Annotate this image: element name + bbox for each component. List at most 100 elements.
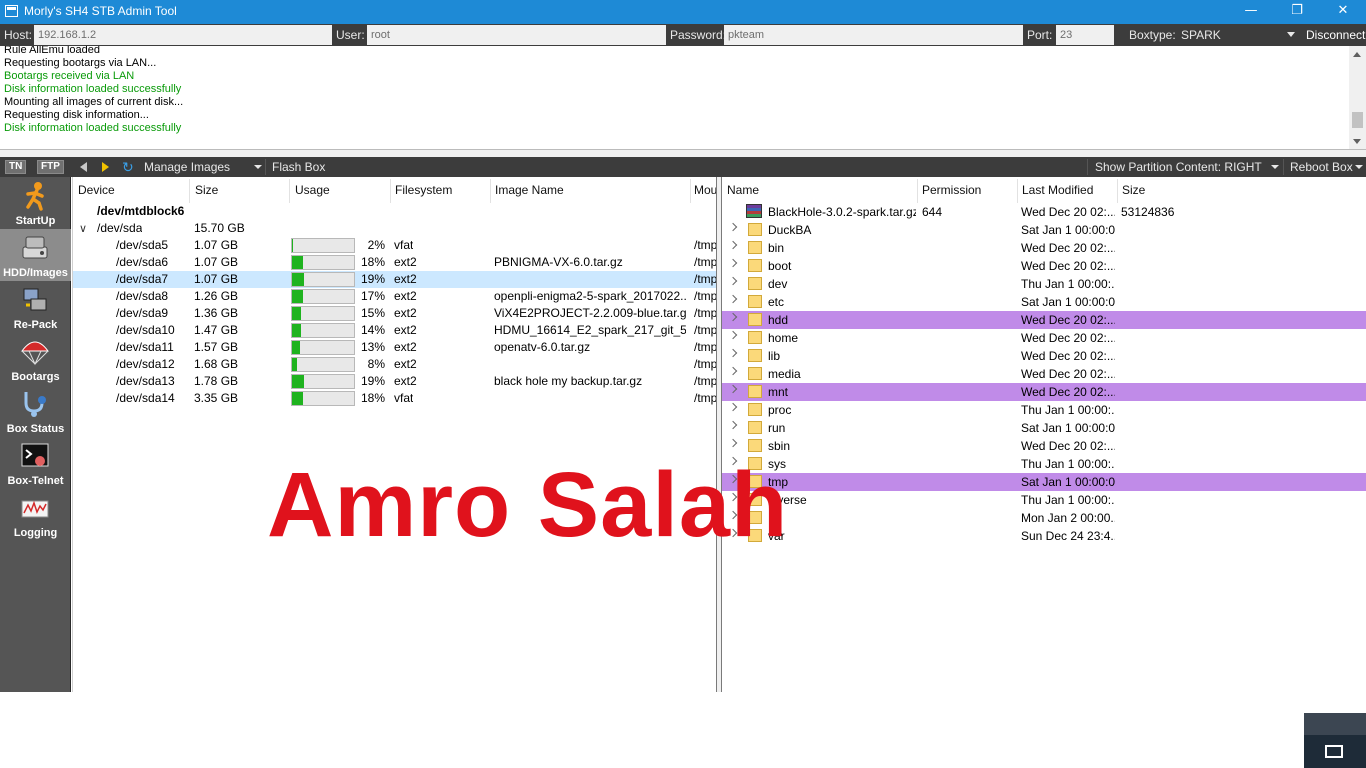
user-input[interactable] [367,25,666,45]
list-item[interactable]: mnt Wed Dec 20 02:... [722,383,1366,401]
show-partition-select[interactable]: Show Partition Content: RIGHT [1095,160,1262,174]
close-icon[interactable]: ✕ [1320,0,1366,24]
chevron-right-icon[interactable] [728,402,738,412]
column-header[interactable]: Permission [922,183,981,197]
list-item[interactable]: media Wed Dec 20 02:... [722,365,1366,383]
list-item[interactable]: proc Thu Jan 1 00:00:... [722,401,1366,419]
list-item[interactable]: etc Sat Jan 1 00:00:0... [722,293,1366,311]
table-row[interactable]: /dev/mtdblock6 [73,203,716,220]
minimize-icon[interactable]: — [1228,0,1274,24]
forward-icon[interactable] [102,162,109,172]
list-item[interactable]: var Sun Dec 24 23:4... [722,527,1366,545]
column-header[interactable]: Device [78,183,115,197]
table-row[interactable]: /dev/sda12 1.68 GB 8% ext2/tmp [73,356,716,373]
chevron-right-icon[interactable] [728,276,738,286]
chevron-right-icon[interactable] [728,294,738,304]
chevron-right-icon[interactable] [728,312,738,322]
list-item[interactable]: run Sat Jan 1 00:00:0... [722,419,1366,437]
log-panel[interactable]: Rule AllEmu loaded Requesting bootargs v… [0,46,1366,150]
chevron-right-icon[interactable] [728,348,738,358]
sidebar-item-logging[interactable]: Logging [0,489,71,541]
sidebar-item-bootargs[interactable]: Bootargs [0,333,71,385]
refresh-icon[interactable]: ↻ [122,159,134,175]
chevron-down-icon[interactable] [1271,165,1279,169]
table-row[interactable]: /dev/sda10 1.47 GB 14% ext2 HDMU_16614_E2_sp… [73,322,716,339]
table-row[interactable]: /dev/sda8 1.26 GB 17% ext2 openpli-enigma2-5… [73,288,716,305]
chevron-down-icon[interactable] [1355,165,1363,169]
column-header[interactable]: Mou [694,183,716,197]
chevron-down-icon[interactable] [254,165,262,169]
sidebar-item-box-telnet[interactable]: Box-Telnet [0,437,71,489]
file-modified: Wed Dec 20 02:... [1021,313,1115,327]
log-scrollbar[interactable] [1349,46,1366,149]
scroll-up-icon[interactable] [1353,52,1361,57]
chevron-right-icon[interactable] [728,420,738,430]
scroll-down-icon[interactable] [1353,139,1361,144]
file-modified: Thu Jan 1 00:00:... [1021,403,1115,417]
password-input[interactable] [724,25,1023,45]
list-item[interactable]: boot Wed Dec 20 02:... [722,257,1366,275]
list-item[interactable]: dev Thu Jan 1 00:00:... [722,275,1366,293]
list-item[interactable]: home Wed Dec 20 02:... [722,329,1366,347]
list-item[interactable]: hdd Wed Dec 20 02:... [722,311,1366,329]
chevron-right-icon[interactable] [728,330,738,340]
list-item[interactable]: DuckBA Sat Jan 1 00:00:0... [722,221,1366,239]
table-row[interactable]: /dev/sda14 3.35 GB 18% vfat/tmp [73,390,716,407]
column-header[interactable]: Name [727,183,759,197]
restore-icon[interactable]: ❐ [1274,0,1320,24]
list-item[interactable]: sbin Wed Dec 20 02:... [722,437,1366,455]
list-item[interactable]: Mon Jan 2 00:00... [722,509,1366,527]
manage-images-menu[interactable]: Manage Images [144,160,230,174]
reboot-box-button[interactable]: Reboot Box [1290,160,1353,174]
mount-cell: /tmp [694,272,716,286]
list-item[interactable]: BlackHole-3.0.2-spark.tar.gz 644 Wed Dec 2… [722,203,1366,221]
list-item[interactable]: niverse Thu Jan 1 00:00:... [722,491,1366,509]
table-row[interactable]: ∨ /dev/sda 15.70 GB [73,220,716,237]
chevron-right-icon[interactable] [728,240,738,250]
telnet-toggle[interactable]: TN [5,160,27,174]
chevron-right-icon[interactable] [728,222,738,232]
device-cell: /dev/sda [97,221,143,235]
column-header[interactable]: Usage [295,183,330,197]
column-header[interactable]: Image Name [495,183,564,197]
chevron-right-icon[interactable] [728,258,738,268]
filesystem-cell: ext2 [394,306,417,320]
table-row[interactable]: /dev/sda6 1.07 GB 18% ext2 PBNIGMA-VX-6.0.ta… [73,254,716,271]
column-header[interactable]: Size [195,183,218,197]
column-header[interactable]: Last Modified [1022,183,1093,197]
chevron-right-icon[interactable] [728,384,738,394]
filesystem-cell: ext2 [394,323,417,337]
column-header[interactable]: Filesystem [395,183,452,197]
table-row[interactable]: /dev/sda13 1.78 GB 19% ext2 black hole my ba… [73,373,716,390]
table-row[interactable]: /dev/sda11 1.57 GB 13% ext2 openatv-6.0.tar.… [73,339,716,356]
back-icon[interactable] [80,162,87,172]
sidebar-item-label: Bootargs [11,371,60,383]
chevron-down-icon[interactable] [1287,32,1295,37]
scroll-thumb[interactable] [1352,112,1363,128]
flash-box-button[interactable]: Flash Box [272,160,325,174]
sidebar-item-startup[interactable]: StartUp [0,177,71,229]
boxtype-select[interactable]: SPARK [1181,28,1221,42]
port-input[interactable] [1056,25,1114,45]
sidebar-item-box-status[interactable]: Box Status [0,385,71,437]
device-cell: /dev/sda12 [116,357,175,371]
chevron-right-icon[interactable] [728,438,738,448]
usage-fill [292,307,301,320]
list-item[interactable]: bin Wed Dec 20 02:... [722,239,1366,257]
column-header[interactable]: Size [1122,183,1145,197]
sidebar-item-hdd-images[interactable]: HDD/Images [0,229,71,281]
notification-icon[interactable] [1325,745,1343,758]
list-item[interactable]: lib Wed Dec 20 02:... [722,347,1366,365]
disconnect-button[interactable]: Disconnect [1306,28,1365,42]
list-item[interactable]: sys Thu Jan 1 00:00:... [722,455,1366,473]
host-input[interactable] [34,25,332,45]
table-row[interactable]: /dev/sda7 1.07 GB 19% ext2/tmp [73,271,716,288]
filesystem-cell: ext2 [394,272,417,286]
chevron-down-icon[interactable]: ∨ [79,222,87,235]
sidebar-item-repack[interactable]: Re-Pack [0,281,71,333]
table-row[interactable]: /dev/sda9 1.36 GB 15% ext2 ViX4E2PROJECT-2.2… [73,305,716,322]
chevron-right-icon[interactable] [728,366,738,376]
ftp-toggle[interactable]: FTP [37,160,64,174]
table-row[interactable]: /dev/sda5 1.07 GB 2% vfat/tmp [73,237,716,254]
list-item[interactable]: tmp Sat Jan 1 00:00:0... [722,473,1366,491]
